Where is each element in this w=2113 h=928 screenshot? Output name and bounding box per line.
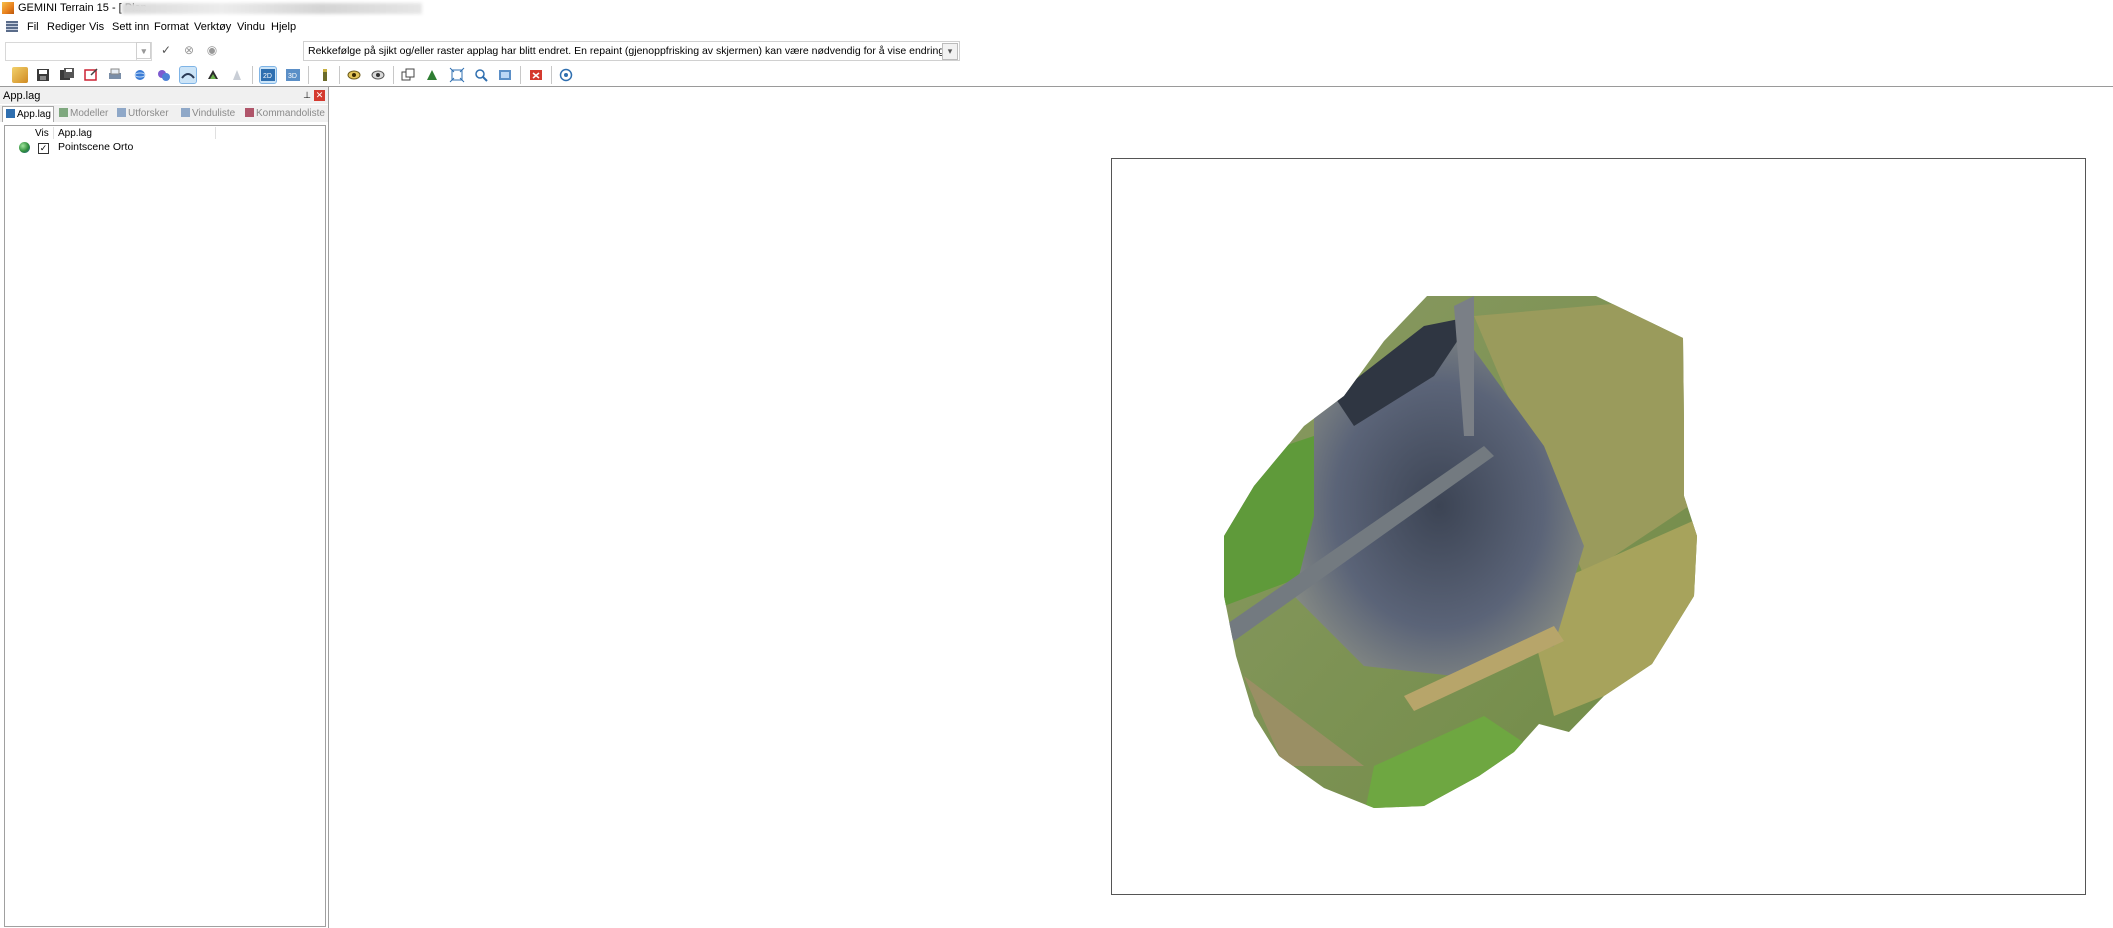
- globe-icon: [19, 142, 30, 153]
- web-icon[interactable]: [558, 67, 574, 83]
- clear-icon[interactable]: ◉: [204, 42, 220, 58]
- status-message: Rekkefølge på sjikt og/eller raster appl…: [308, 45, 956, 57]
- menu-sett-inn[interactable]: Sett inn: [112, 21, 149, 33]
- svg-text:3D: 3D: [288, 73, 297, 80]
- pin-icon[interactable]: ⊥: [302, 90, 312, 101]
- zoom-icon[interactable]: [473, 67, 489, 83]
- open-icon[interactable]: [12, 67, 28, 83]
- model-icon[interactable]: [205, 67, 221, 83]
- layer-tree: Vis App.lag ✓ Pointscene Orto: [4, 125, 326, 927]
- menu-hjelp[interactable]: Hjelp: [271, 21, 296, 33]
- 2d-view-icon[interactable]: 2D: [259, 66, 277, 84]
- command-list-tab-icon: [245, 108, 254, 117]
- print-icon[interactable]: [107, 67, 123, 83]
- zoom-extent-icon[interactable]: [449, 67, 465, 83]
- save-icon[interactable]: [35, 67, 51, 83]
- menu-rediger[interactable]: Rediger: [47, 21, 86, 33]
- eye-settings-icon[interactable]: [370, 67, 386, 83]
- system-menu-icon[interactable]: [6, 21, 18, 32]
- layers-icon[interactable]: [156, 67, 172, 83]
- tab-kommandoliste[interactable]: Kommandoliste: [242, 106, 325, 121]
- cancel-red-icon[interactable]: [528, 67, 544, 83]
- panel-tabs: App.lag Modeller Utforsker Vinduliste Ko…: [0, 105, 328, 122]
- tab-app-lag[interactable]: App.lag: [2, 106, 54, 122]
- command-combo[interactable]: ▾: [5, 42, 152, 61]
- menu-verktoy[interactable]: Verktøy: [194, 21, 231, 33]
- title-bar: GEMINI Terrain 15 - [ Plan: [0, 0, 2113, 17]
- menu-vis[interactable]: Vis: [89, 21, 104, 33]
- tab-modeller[interactable]: Modeller: [56, 106, 108, 121]
- menu-format[interactable]: Format: [154, 21, 189, 33]
- tree-icon[interactable]: [424, 67, 440, 83]
- panel-header: App.lag ⊥ ✕: [0, 87, 328, 104]
- eye-icon[interactable]: [346, 67, 362, 83]
- save-all-icon[interactable]: [59, 67, 75, 83]
- model-tab-icon: [59, 108, 68, 117]
- menu-fil[interactable]: Fil: [27, 21, 39, 33]
- menu-bar: Fil Rediger Vis Sett inn Format Verktøy …: [0, 17, 2113, 37]
- explorer-tab-icon: [117, 108, 126, 117]
- tab-utforsker[interactable]: Utforsker: [114, 106, 169, 121]
- menu-vindu[interactable]: Vindu: [237, 21, 265, 33]
- check-icon[interactable]: ✓: [158, 42, 174, 58]
- visibility-checkbox[interactable]: ✓: [38, 143, 49, 154]
- layers-tab-icon: [6, 109, 15, 118]
- panel-title: App.lag: [3, 90, 41, 102]
- 3d-view-icon[interactable]: 3D: [285, 67, 301, 83]
- app-logo-icon: [2, 2, 14, 14]
- main-toolbar: 2D 3D: [0, 64, 2113, 87]
- column-header-app-lag[interactable]: App.lag: [58, 127, 92, 140]
- tab-vinduliste[interactable]: Vinduliste: [178, 106, 235, 121]
- globe-icon[interactable]: [132, 67, 148, 83]
- status-message-box: Rekkefølge på sjikt og/eller raster appl…: [303, 41, 960, 61]
- export-icon[interactable]: [83, 67, 99, 83]
- message-dropdown-icon[interactable]: ▾: [942, 43, 958, 60]
- cancel-icon[interactable]: ⊗: [181, 42, 197, 58]
- redacted-title: [122, 3, 422, 14]
- marker-icon[interactable]: [317, 67, 333, 83]
- orthophoto-image: [1224, 296, 1697, 808]
- wizard-icon[interactable]: [229, 67, 245, 83]
- layer-name[interactable]: Pointscene Orto: [58, 141, 133, 153]
- close-icon[interactable]: ✕: [314, 90, 325, 101]
- window-list-tab-icon: [181, 108, 190, 117]
- fullscreen-icon[interactable]: [497, 67, 513, 83]
- svg-text:2D: 2D: [263, 73, 272, 80]
- dropdown-icon[interactable]: ▾: [136, 42, 151, 59]
- terrain-icon[interactable]: [179, 66, 197, 84]
- copy-icon[interactable]: [400, 67, 416, 83]
- column-header-vis[interactable]: Vis: [35, 127, 49, 140]
- app-layer-panel: App.lag ⊥ ✕ App.lag Modeller Utforsker V…: [0, 87, 329, 928]
